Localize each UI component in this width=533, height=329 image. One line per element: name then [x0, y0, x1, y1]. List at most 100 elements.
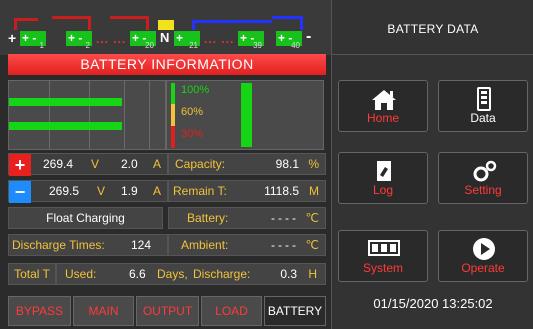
level-100-label: 100% [181, 84, 210, 96]
wire [110, 16, 146, 19]
positive-values: + 269.4 V 2.0 A [8, 153, 168, 176]
ambient-temp-unit: ℃ [305, 238, 319, 252]
grid-line [89, 81, 90, 149]
level-60-label: 60% [181, 106, 204, 118]
battery-cell-21: + 21 [174, 31, 200, 50]
ambient-temp-value: ---- [271, 238, 299, 252]
discharge-row: Discharge Times: 124 Ambient: ---- ℃ [8, 234, 326, 256]
system-label: System [362, 261, 403, 275]
battery-temp-label: Battery: [187, 211, 229, 225]
charge-status: Float Charging [8, 207, 163, 229]
level-30-label: 30% [181, 128, 204, 140]
system-button[interactable]: System [338, 230, 428, 282]
used-value: 6.6 [129, 267, 146, 281]
positive-row: + 269.4 V 2.0 A Capacity: 98.1 % [8, 153, 326, 176]
wire [272, 16, 302, 19]
level-60-marker [171, 104, 175, 126]
operate-label: Operate [461, 261, 505, 275]
total-time-label: Total T [8, 263, 56, 285]
tab-bypass[interactable]: BYPASS [8, 296, 71, 326]
page-tabs: BYPASS MAIN OUTPUT LOAD BATTERY [8, 296, 326, 326]
minus-icon: − [9, 181, 31, 203]
wire [192, 20, 272, 23]
battery-cell-40: + - 40 [276, 31, 302, 50]
grid-line [149, 81, 150, 149]
divider [332, 54, 533, 55]
total-row: Total T Used: 6.6 Days, Discharge: 0.3 H [8, 263, 326, 285]
system-icon [368, 240, 400, 256]
wire [52, 16, 88, 19]
ambient-temp-label: Ambient: [181, 238, 229, 252]
level-100-marker [171, 83, 175, 104]
string-minus-label: - [306, 28, 312, 45]
capacity-unit: % [308, 157, 319, 171]
setting-button[interactable]: Setting [438, 152, 528, 204]
charge-current-graph [8, 80, 166, 150]
capacity-label: Capacity: [175, 157, 226, 171]
discharge-times-value: 124 [131, 238, 152, 252]
ambient-temp-field: Ambient: ---- ℃ [168, 234, 326, 256]
negative-bar [9, 122, 122, 130]
negative-voltage: 269.5 [49, 184, 80, 198]
discharge-times-field: Discharge Times: 124 [8, 234, 168, 256]
battery-string-diagram: + + - 1 + - 2 ... ... + - 20 N + 21 ... … [0, 0, 331, 55]
tab-output[interactable]: OUTPUT [136, 296, 199, 326]
positive-bar [9, 98, 122, 106]
discharge-hours: 0.3 [280, 267, 297, 281]
amp-unit: A [153, 184, 162, 198]
wire [88, 16, 91, 30]
tab-load[interactable]: LOAD [201, 296, 262, 326]
tab-battery[interactable]: BATTERY [264, 296, 326, 326]
capacity-value: 98.1 [275, 157, 299, 171]
capacity-bar [241, 83, 252, 147]
home-icon [372, 90, 396, 110]
wire [14, 18, 17, 30]
battery-cell-20: + - 20 [130, 31, 156, 50]
log-label: Log [372, 183, 394, 197]
panel-title: BATTERY DATA [387, 22, 479, 36]
cell-dots: ... ... [204, 32, 235, 46]
capacity-level-graph: 100% 60% 30% [166, 80, 324, 150]
battery-temp-unit: ℃ [305, 211, 319, 225]
cell-dots: ... ... [96, 32, 127, 46]
battery-cell-39: + - 39 [238, 31, 264, 50]
neutral-marker [158, 20, 174, 30]
operate-button[interactable]: Operate [438, 230, 528, 282]
volt-unit: V [97, 184, 106, 198]
amp-unit: A [153, 157, 162, 171]
tab-main[interactable]: MAIN [73, 296, 134, 326]
log-icon [377, 161, 391, 181]
volt-unit: V [91, 157, 100, 171]
wire [300, 16, 303, 30]
discharge-times-label: Discharge Times: [12, 238, 105, 252]
home-label: Home [366, 111, 399, 125]
negative-values: − 269.5 V 1.9 A [8, 180, 168, 203]
battery-icon [477, 87, 491, 111]
data-button[interactable]: Data [438, 80, 528, 132]
play-icon [473, 238, 495, 260]
level-30-marker [171, 126, 175, 148]
gear-icon [473, 160, 497, 182]
datetime: 01/15/2020 13:25:02 [373, 296, 493, 311]
capacity-field: Capacity: 98.1 % [168, 153, 326, 175]
discharge-label: Discharge: [193, 267, 251, 281]
wire [192, 20, 195, 30]
grid-line [49, 81, 50, 149]
days-label: Days, [157, 267, 188, 281]
navigation-panel: BATTERY DATA Home Data Log Setting Syste… [331, 0, 533, 329]
string-plus-label: + [8, 30, 17, 46]
remain-time-value: 1118.5 [264, 184, 299, 198]
mode-row: Float Charging Battery: ---- ℃ [8, 207, 326, 229]
plus-icon: + [9, 154, 31, 176]
hours-unit: H [308, 267, 317, 281]
data-label: Data [470, 111, 496, 125]
setting-label: Setting [464, 183, 502, 197]
wire [146, 16, 149, 30]
page-title: BATTERY INFORMATION [8, 54, 326, 75]
log-button[interactable]: Log [338, 152, 428, 204]
home-button[interactable]: Home [338, 80, 428, 132]
negative-current: 1.9 [121, 184, 138, 198]
positive-current: 2.0 [121, 157, 138, 171]
used-label: Used: [65, 267, 97, 281]
positive-voltage: 269.4 [43, 157, 74, 171]
